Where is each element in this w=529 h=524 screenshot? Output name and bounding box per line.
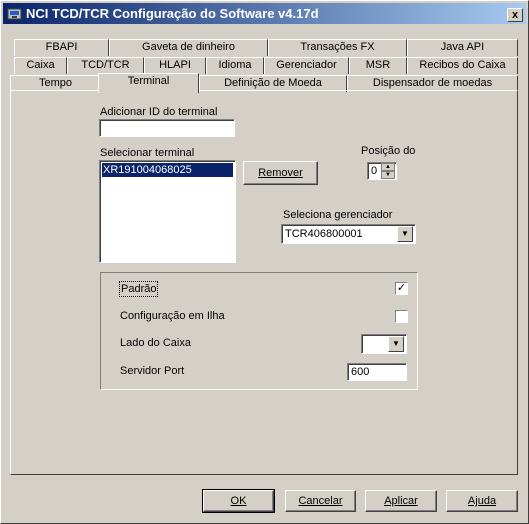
tab-label: Idioma — [218, 59, 252, 71]
tab-label: Dispensador de moedas — [372, 77, 493, 89]
tab-idioma[interactable]: Idioma — [206, 57, 264, 74]
add-terminal-label: Adicionar ID do terminal — [100, 106, 218, 118]
position-spinner[interactable]: 0 ▲ ▼ — [367, 162, 397, 180]
side-label: Lado do Caixa — [120, 337, 191, 349]
apply-button[interactable]: Aplicar — [365, 490, 437, 512]
check-icon: ✓ — [396, 282, 407, 294]
chevron-down-icon[interactable]: ▼ — [397, 226, 413, 242]
tab-label: Terminal — [127, 75, 170, 87]
island-label: Configuração em Ilha — [120, 310, 225, 322]
close-icon: x — [511, 9, 519, 21]
island-checkbox[interactable] — [395, 310, 408, 323]
tab-java-api[interactable]: Java API — [407, 39, 518, 56]
tab-recibos-do-caixa[interactable]: Recibos do Caixa — [407, 57, 518, 74]
add-terminal-input[interactable] — [99, 119, 235, 137]
help-button-label: Ajuda — [467, 495, 497, 507]
remove-button-label: Remover — [258, 167, 303, 179]
tab-hlapi[interactable]: HLAPI — [144, 57, 206, 74]
tab-label: Gaveta de dinheiro — [142, 41, 235, 53]
manager-label: Seleciona gerenciador — [283, 209, 393, 221]
tab-label: FBAPI — [45, 41, 78, 53]
side-select[interactable]: ▼ — [361, 334, 407, 354]
default-checkbox[interactable]: ✓ — [395, 282, 408, 295]
position-value: 0 — [371, 165, 378, 177]
tab-tcd-tcr[interactable]: TCD/TCR — [67, 57, 144, 74]
tab-gaveta-de-dinheiro[interactable]: Gaveta de dinheiro — [109, 39, 268, 56]
tab-msr[interactable]: MSR — [349, 57, 407, 74]
default-label: Padrão — [118, 281, 159, 297]
tab-label: TCD/TCR — [81, 59, 130, 71]
remove-button[interactable]: Remover — [243, 161, 318, 185]
tab-label: Recibos do Caixa — [419, 59, 506, 71]
select-terminal-label: Selecionar terminal — [100, 147, 195, 159]
title-bar: NCI TCD/TCR Configuração do Software v4.… — [3, 3, 526, 24]
chevron-down-icon[interactable]: ▼ — [388, 336, 404, 352]
port-value: 600 — [351, 366, 370, 378]
manager-value: TCR406800001 — [285, 228, 363, 240]
tab-label: MSR — [365, 59, 391, 71]
terminal-list[interactable]: XR191004068025 — [99, 160, 236, 263]
tab-label: Java API — [440, 41, 485, 53]
tab-label: Transações FX — [300, 41, 375, 53]
active-tab-join — [99, 90, 198, 92]
tab-label: Tempo — [38, 77, 73, 89]
tab-label: HLAPI — [159, 59, 191, 71]
app-icon — [7, 8, 22, 20]
tab-fbapi[interactable]: FBAPI — [14, 39, 109, 56]
manager-select[interactable]: TCR406800001 ▼ — [281, 224, 416, 244]
list-item-label: XR191004068025 — [103, 164, 192, 176]
tab-transacoes-fx[interactable]: Transações FX — [268, 39, 407, 56]
ok-button-label: OK — [230, 495, 247, 507]
cancel-button[interactable]: Cancelar — [285, 490, 356, 512]
list-item[interactable]: XR191004068025 — [102, 163, 233, 177]
ok-button[interactable]: OK — [202, 489, 275, 513]
window-title: NCI TCD/TCR Configuração do Software v4.… — [26, 6, 319, 21]
tab-gerenciador[interactable]: Gerenciador — [264, 57, 349, 74]
cancel-button-label: Cancelar — [298, 495, 343, 507]
close-button[interactable]: x — [507, 8, 523, 22]
position-label: Posição do — [361, 145, 416, 157]
tab-caixa[interactable]: Caixa — [14, 57, 67, 74]
tab-label: Caixa — [26, 59, 55, 71]
help-button[interactable]: Ajuda — [446, 490, 518, 512]
apply-button-label: Aplicar — [384, 495, 418, 507]
spinner-up-icon[interactable]: ▲ — [381, 163, 395, 171]
tab-label: Definição de Moeda — [224, 77, 322, 89]
tab-label: Gerenciador — [276, 59, 337, 71]
spinner-down-icon[interactable]: ▼ — [381, 171, 395, 179]
port-label: Servidor Port — [120, 365, 185, 377]
port-input[interactable]: 600 — [347, 363, 407, 381]
